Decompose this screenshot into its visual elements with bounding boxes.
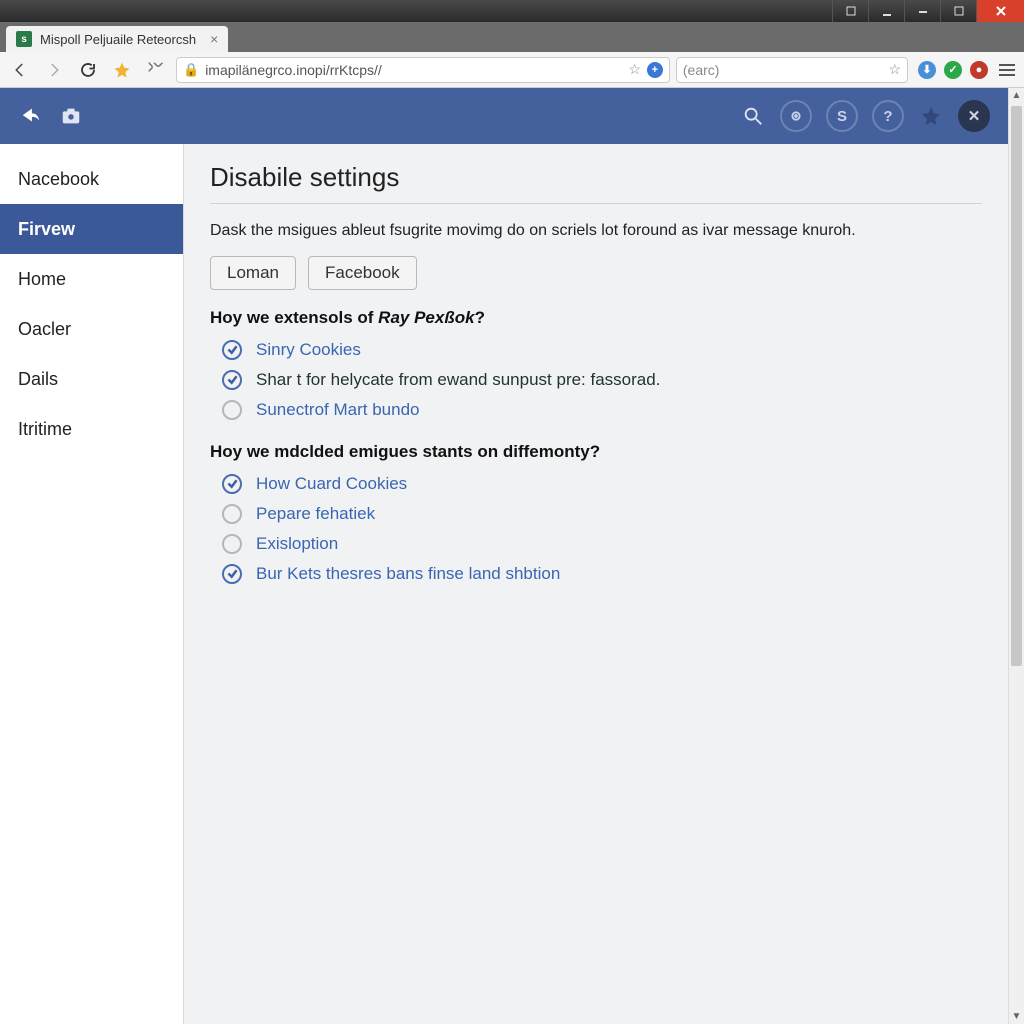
option-label: Exisloption <box>256 534 338 554</box>
tab-close-icon[interactable]: × <box>210 31 218 47</box>
browser-tab[interactable]: s Mispoll Peljuaile Reteorcsh × <box>6 26 228 52</box>
sidebar: Nacebook Firvew Home Oacler Dails Itriti… <box>0 144 184 1024</box>
search-star-icon[interactable]: ☆ <box>888 61 901 78</box>
dismiss-icon[interactable]: ✕ <box>958 100 990 132</box>
option-label: How Cuard Cookies <box>256 474 407 494</box>
home-star-icon[interactable] <box>108 56 136 84</box>
section2-options: How Cuard Cookies Pepare fehatiek Exislo… <box>210 474 982 584</box>
option-label: Shar t for helycate from ewand sunpust p… <box>256 370 660 390</box>
option-label: Pepare fehatiek <box>256 504 375 524</box>
app-logo-icon[interactable] <box>18 103 44 129</box>
url-text: imapilänegrco.inopi/rrKtcps// <box>205 62 622 78</box>
browser-tabstrip: s Mispoll Peljuaile Reteorcsh × <box>0 22 1024 52</box>
window-thumb-button[interactable] <box>832 0 868 22</box>
currency-icon[interactable]: S <box>826 100 858 132</box>
sidebar-item-label: Oacler <box>18 319 71 340</box>
divider <box>210 203 982 204</box>
hamburger-menu-button[interactable] <box>996 64 1018 76</box>
checkbox-icon[interactable] <box>222 474 242 494</box>
search-icon[interactable] <box>740 103 766 129</box>
sidebar-item-label: Nacebook <box>18 169 99 190</box>
star-icon[interactable] <box>918 103 944 129</box>
section2-question: Hoy we mdclded emigues stants on diffemo… <box>210 442 982 462</box>
window-minimize2-button[interactable] <box>904 0 940 22</box>
facebook-button[interactable]: Facebook <box>308 256 417 290</box>
help-icon[interactable]: ? <box>872 100 904 132</box>
sidebar-item-label: Itritime <box>18 419 72 440</box>
sidebar-item-label: Home <box>18 269 66 290</box>
search-bar[interactable]: (earc) ☆ <box>676 57 908 83</box>
search-placeholder: (earc) <box>683 62 883 78</box>
sidebar-item-itritime[interactable]: Itritime <box>0 404 183 454</box>
scrollbar-thumb[interactable] <box>1011 106 1022 666</box>
window-maximize-button[interactable] <box>940 0 976 22</box>
checkbox-icon[interactable] <box>222 340 242 360</box>
sidebar-item-dails[interactable]: Dails <box>0 354 183 404</box>
bookmark-star-icon[interactable]: ☆ <box>628 61 641 78</box>
option-label: Sunectrof Mart bundo <box>256 400 419 420</box>
loman-button[interactable]: Loman <box>210 256 296 290</box>
sidebar-item-firvew[interactable]: Firvew <box>0 204 183 254</box>
checkbox-icon[interactable] <box>222 534 242 554</box>
option-label: Bur Kets thesres bans finse land shbtion <box>256 564 560 584</box>
tab-title: Mispoll Peljuaile Reteorcsh <box>40 32 196 47</box>
vertical-scrollbar[interactable]: ▲ ▼ <box>1008 88 1024 1024</box>
sidebar-item-label: Dails <box>18 369 58 390</box>
browser-toolbar: 🔒 imapilänegrco.inopi/rrKtcps// ☆ + (ear… <box>0 52 1024 88</box>
reload-button[interactable] <box>74 56 102 84</box>
option-label: Sinry Cookies <box>256 340 361 360</box>
blocker-icon[interactable]: ● <box>970 61 988 79</box>
page-description: Dask the msigues ableut fsugrite movimg … <box>210 220 982 242</box>
forward-button[interactable] <box>40 56 68 84</box>
main-content: Disabile settings Dask the msigues ableu… <box>184 144 1008 1024</box>
checkbox-icon[interactable] <box>222 564 242 584</box>
window-close-button[interactable] <box>976 0 1024 22</box>
scroll-up-icon[interactable]: ▲ <box>1010 88 1024 103</box>
address-bar[interactable]: 🔒 imapilänegrco.inopi/rrKtcps// ☆ + <box>176 57 670 83</box>
sidebar-item-oacler[interactable]: Oacler <box>0 304 183 354</box>
sidebar-item-nacebook[interactable]: Nacebook <box>0 154 183 204</box>
window-minimize-button[interactable] <box>868 0 904 22</box>
checkbox-icon[interactable] <box>222 370 242 390</box>
checkbox-icon[interactable] <box>222 400 242 420</box>
sidebar-item-home[interactable]: Home <box>0 254 183 304</box>
sidebar-item-label: Firvew <box>18 219 75 240</box>
target-icon[interactable] <box>780 100 812 132</box>
tab-favicon-icon: s <box>16 31 32 47</box>
page-title: Disabile settings <box>210 162 982 193</box>
extension-icon[interactable] <box>142 56 170 84</box>
section1-options: Sinry Cookies Shar t for helycate from e… <box>210 340 982 420</box>
checkbox-icon[interactable] <box>222 504 242 524</box>
lock-icon: 🔒 <box>183 62 199 78</box>
back-button[interactable] <box>6 56 34 84</box>
browser-viewport: S ? ✕ Nacebook Firvew Home Oacler Dails … <box>0 88 1024 1024</box>
section1-question: Hoy we extensols of Ray Pexßok? <box>210 308 982 328</box>
scroll-down-icon[interactable]: ▼ <box>1010 1009 1024 1024</box>
add-bookmark-icon[interactable]: + <box>647 62 663 78</box>
download-icon[interactable]: ⬇ <box>918 61 936 79</box>
sync-icon[interactable]: ✓ <box>944 61 962 79</box>
app-header: S ? ✕ <box>0 88 1008 144</box>
camera-icon[interactable] <box>58 103 84 129</box>
os-titlebar <box>0 0 1024 22</box>
